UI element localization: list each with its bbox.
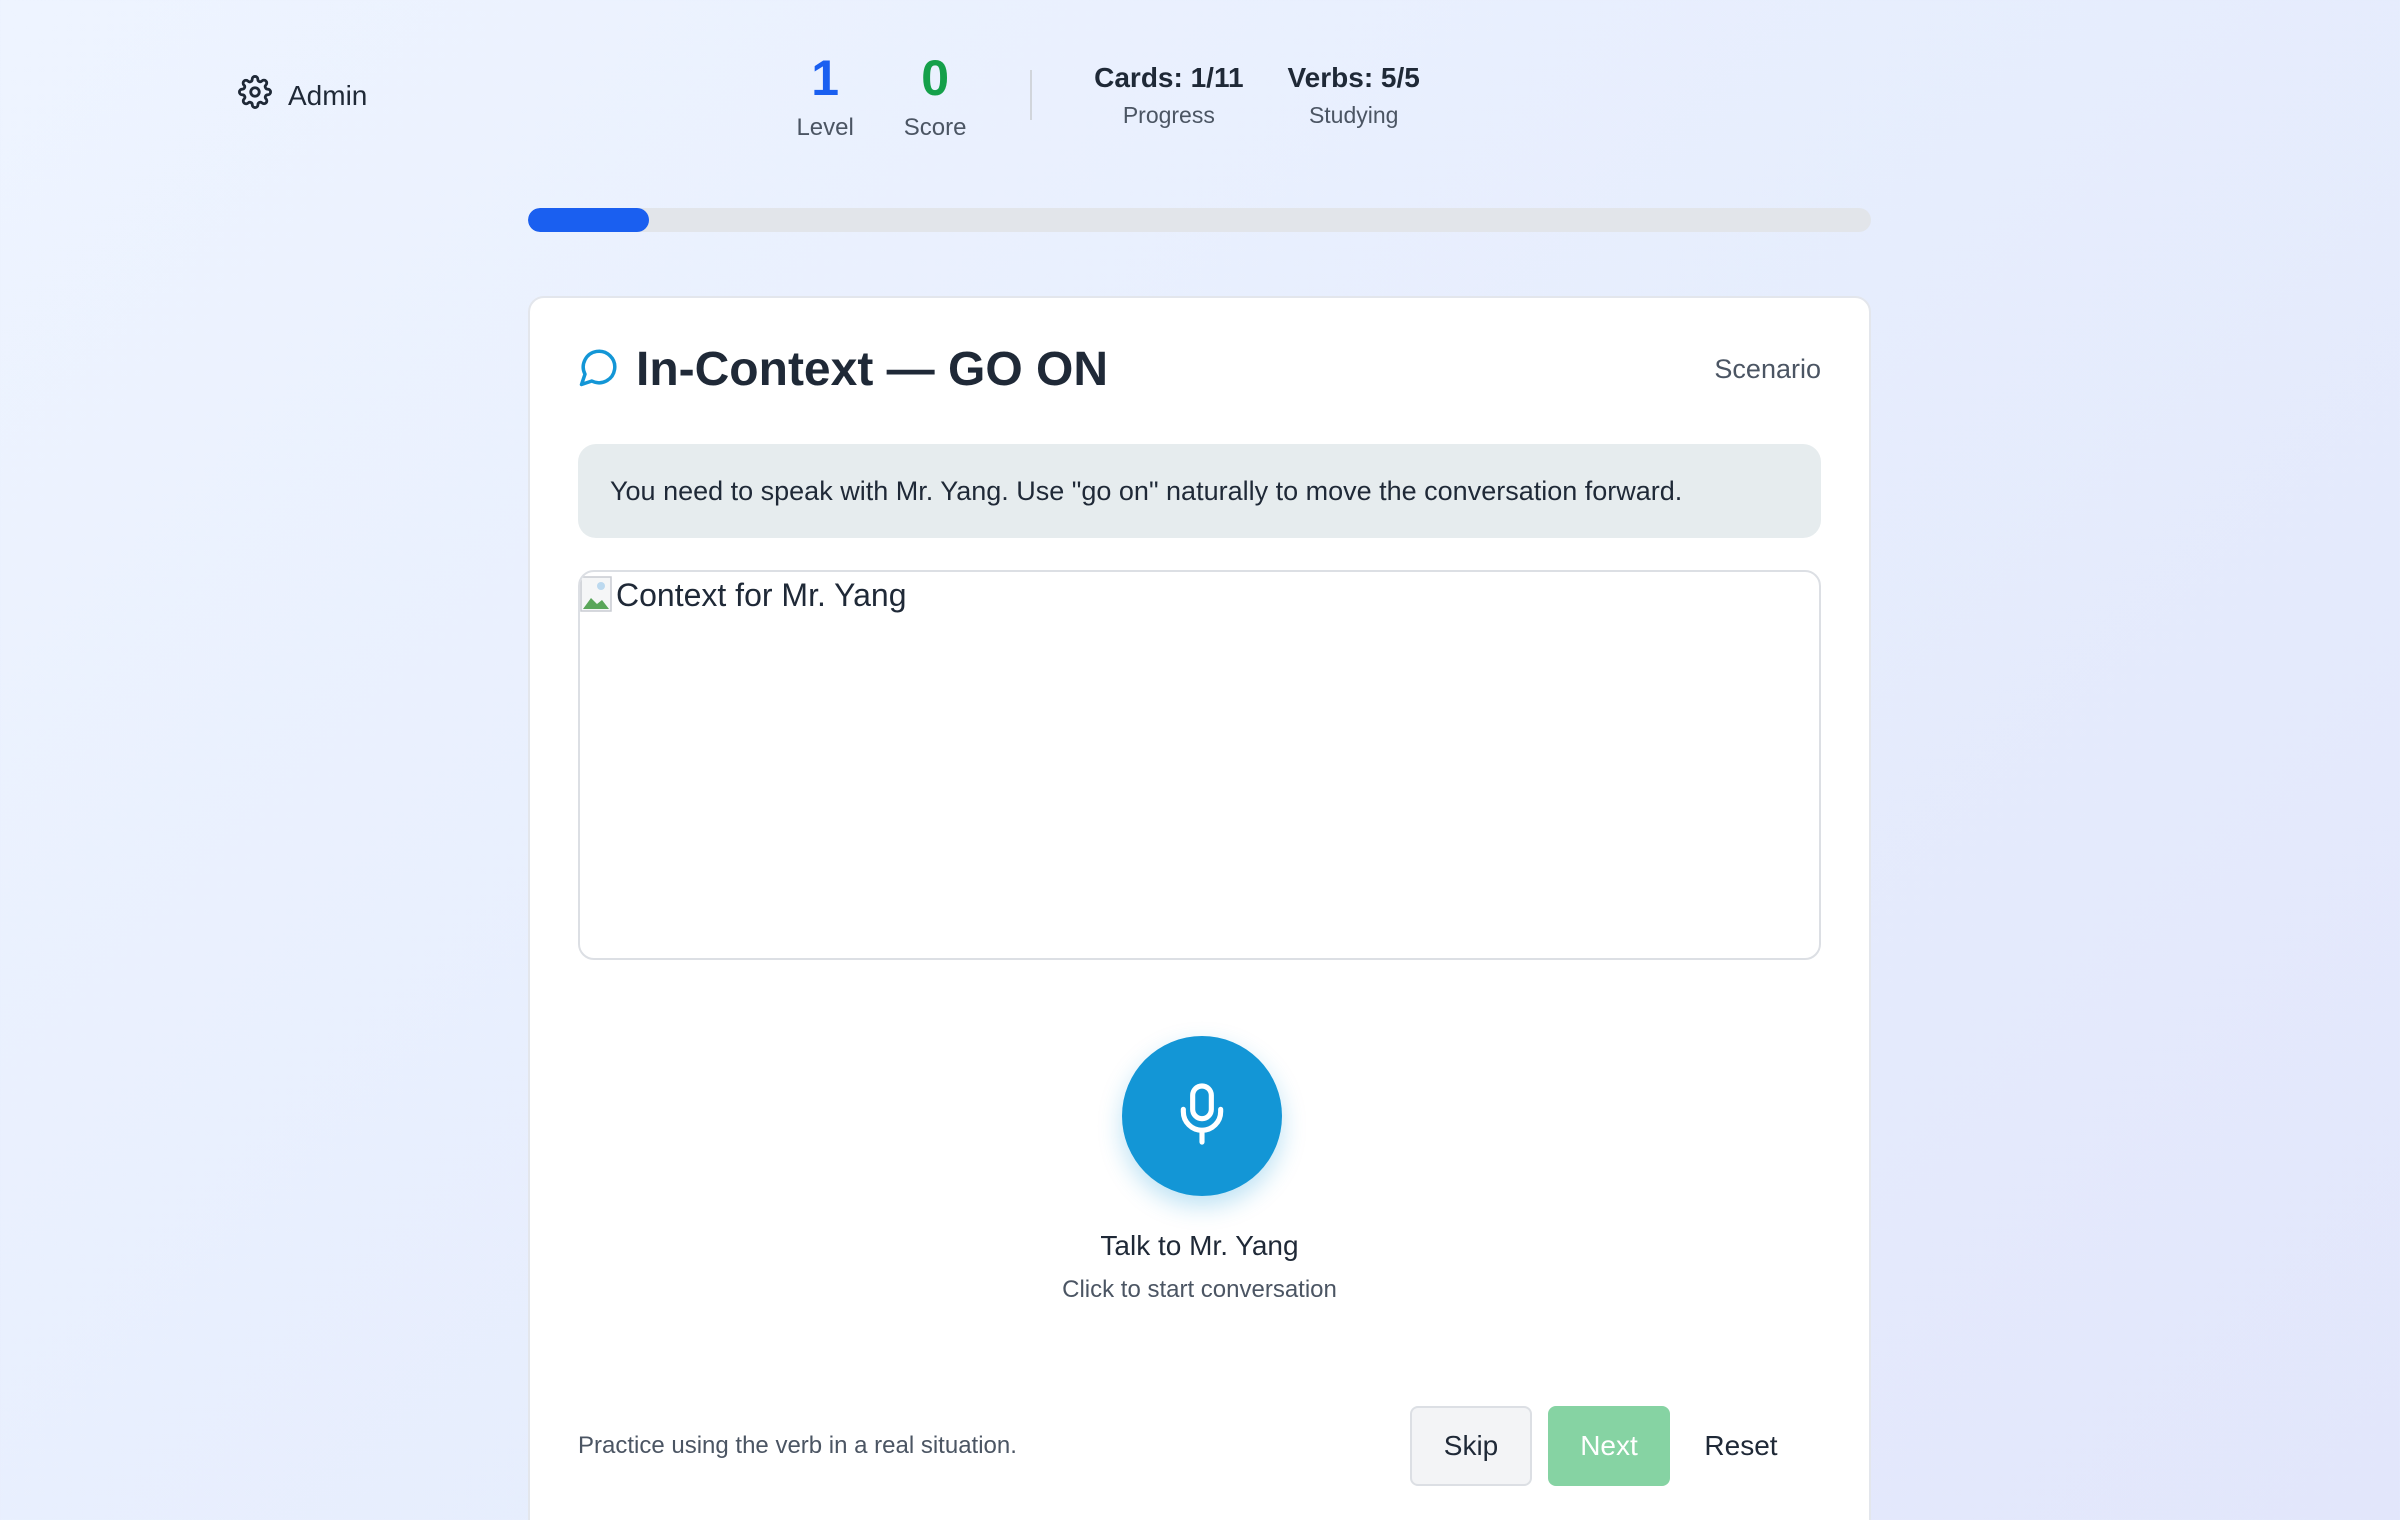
score-stat: 0 Score xyxy=(880,50,990,142)
level-stat: 1 Level xyxy=(770,50,880,142)
stats-header: 1 Level 0 Score Cards: 1/11 Progress Ver… xyxy=(0,50,2400,142)
chat-bubble-icon xyxy=(578,346,620,393)
talk-title: Talk to Mr. Yang xyxy=(1100,1230,1299,1261)
score-label: Score xyxy=(903,114,967,141)
reset-button[interactable]: Reset xyxy=(1680,1406,1802,1486)
image-alt-text: Context for Mr. Yang xyxy=(616,576,907,613)
image-alt: Context for Mr. Yang xyxy=(580,572,1819,614)
card-type-tag: Scenario xyxy=(1714,354,1821,384)
footer-hint: Practice using the verb in a real situat… xyxy=(578,1432,1017,1459)
scenario-text: You need to speak with Mr. Yang. Use "go… xyxy=(610,475,1683,506)
card-title-group: In-Context — GO ON xyxy=(578,342,1108,397)
next-button[interactable]: Next xyxy=(1548,1406,1670,1486)
context-image: Context for Mr. Yang xyxy=(578,570,1821,960)
level-value: 1 xyxy=(811,50,840,106)
verbs-stat: Verbs: 5/5 Studying xyxy=(1288,62,1420,129)
progress-bar xyxy=(528,208,1871,232)
card-header: In-Context — GO ON Scenario xyxy=(578,342,1821,397)
verbs-label: Studying xyxy=(1308,102,1399,128)
level-label: Level xyxy=(796,114,854,141)
cards-label: Progress xyxy=(1122,102,1215,128)
broken-image-icon xyxy=(580,576,614,614)
skip-button[interactable]: Skip xyxy=(1410,1406,1532,1486)
exercise-card: In-Context — GO ON Scenario You need to … xyxy=(528,296,1871,1520)
verbs-value: Verbs: 5/5 xyxy=(1287,62,1420,93)
scenario-box: You need to speak with Mr. Yang. Use "go… xyxy=(578,444,1821,538)
score-value: 0 xyxy=(921,50,950,106)
stats-divider xyxy=(1030,70,1033,120)
microphone-icon xyxy=(1174,1081,1230,1152)
cards-stat: Cards: 1/11 Progress xyxy=(1094,62,1243,129)
progress-fill xyxy=(528,208,649,232)
cards-value: Cards: 1/11 xyxy=(1094,62,1244,93)
talk-subtitle: Click to start conversation xyxy=(1062,1276,1337,1303)
microphone-button[interactable] xyxy=(1122,1036,1282,1196)
card-title: In-Context — GO ON xyxy=(636,343,1108,396)
